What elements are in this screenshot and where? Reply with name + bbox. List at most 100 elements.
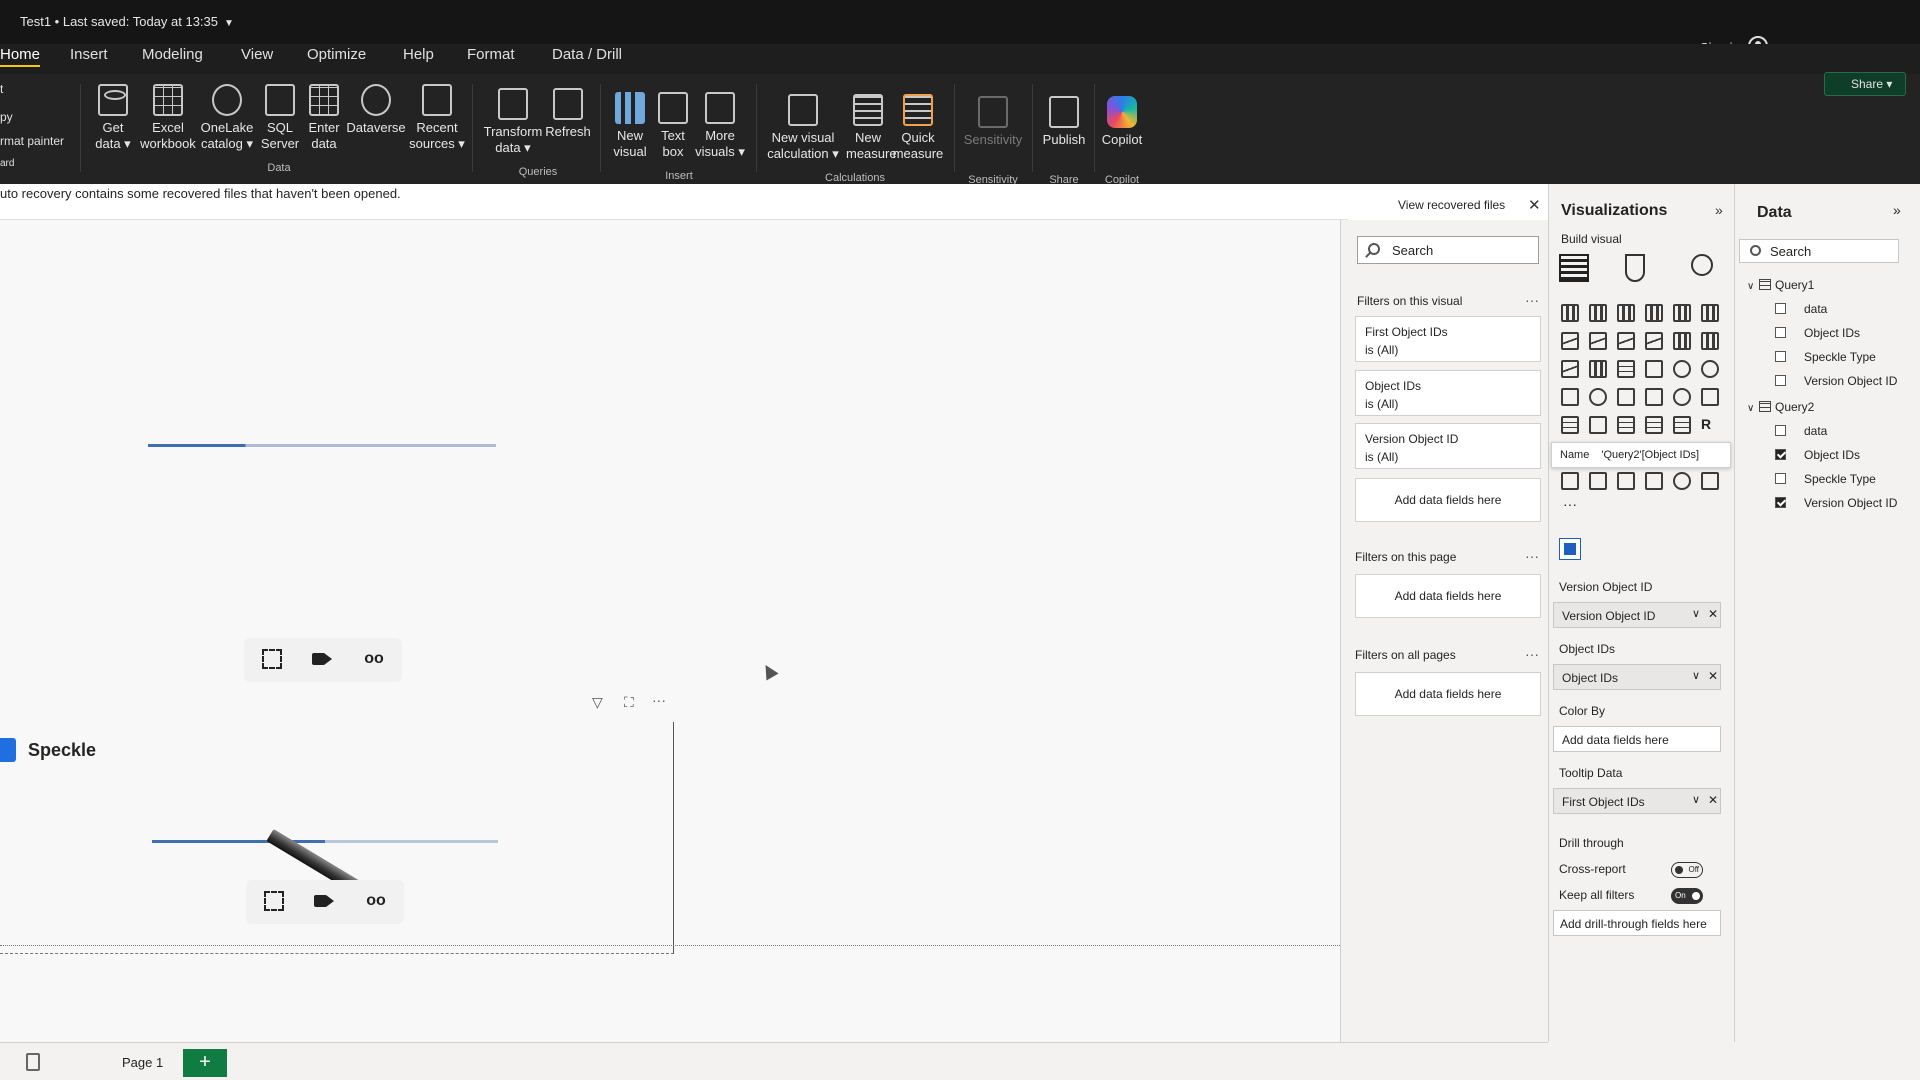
copy-button[interactable]: py [0, 110, 13, 124]
add-drill-through-fields[interactable]: Add drill-through fields here [1553, 910, 1721, 936]
keep-filters-toggle[interactable]: On [1671, 888, 1703, 904]
stacked-column-chart-icon[interactable] [1589, 304, 1607, 322]
window-title[interactable]: Test1 • Last saved: Today at 13:35 ▼ [20, 14, 234, 29]
qa-visual-icon[interactable] [1645, 472, 1663, 490]
checkbox[interactable] [1775, 351, 1786, 362]
line-column-chart-icon[interactable] [1673, 332, 1691, 350]
collapse-pane-icon[interactable]: » [1715, 202, 1723, 218]
waterfall-icon[interactable] [1589, 360, 1607, 378]
clipboard-item[interactable]: t [0, 82, 3, 96]
tab-help[interactable]: Help [403, 46, 434, 63]
tab-insert[interactable]: Insert [70, 46, 108, 63]
r-script-visual-icon[interactable]: R [1701, 416, 1719, 434]
tab-format[interactable]: Format [467, 46, 515, 63]
format-painter-button[interactable]: rmat painter [0, 134, 64, 148]
tab-modeling[interactable]: Modeling [142, 46, 203, 63]
speckle-visual[interactable]: Speckle oo [0, 722, 674, 954]
table-query1[interactable]: ∨ Query1 [1747, 278, 1814, 292]
analytics-icon[interactable] [1691, 254, 1713, 276]
more-options-icon[interactable]: ··· [652, 692, 666, 708]
multi-row-card-icon[interactable] [1561, 416, 1579, 434]
more-options-icon[interactable]: ··· [1525, 292, 1539, 308]
sensitivity-button[interactable]: Sensitivity [960, 96, 1026, 148]
card-icon[interactable] [1701, 388, 1719, 406]
fullscreen-icon[interactable] [264, 891, 284, 911]
new-measure-button[interactable]: New measure [846, 94, 897, 162]
power-automate-icon[interactable] [1701, 472, 1719, 490]
stacked-bar-chart-icon[interactable] [1561, 304, 1579, 322]
camera-icon[interactable] [314, 891, 334, 911]
decomposition-tree-icon[interactable] [1617, 472, 1635, 490]
tooltip-data-well[interactable]: First Object IDs ∨ ✕ [1553, 788, 1721, 814]
field-item[interactable]: Version Object ID [1775, 374, 1897, 388]
fullscreen-icon[interactable] [262, 649, 282, 669]
onelake-catalog-button[interactable]: OneLake catalog ▾ [198, 84, 256, 152]
speckle-visual-icon[interactable] [1559, 538, 1581, 560]
filled-map-icon[interactable] [1617, 388, 1635, 406]
more-visuals-ellipsis[interactable]: ··· [1563, 496, 1577, 512]
map-icon[interactable] [1589, 388, 1607, 406]
new-visual-button[interactable]: New visual [610, 92, 650, 160]
data-search-input[interactable]: Search [1739, 239, 1899, 263]
close-icon[interactable]: ✕ [1528, 196, 1541, 214]
field-item[interactable]: Version Object ID [1775, 496, 1897, 510]
field-item[interactable]: data [1775, 424, 1827, 438]
report-canvas[interactable]: oo ▽ ⛶ ··· Speckle oo [0, 220, 1340, 1042]
chevron-down-icon[interactable]: ∨ [1692, 669, 1700, 682]
donut-chart-icon[interactable] [1701, 360, 1719, 378]
ribbon-chart-icon[interactable] [1645, 332, 1663, 350]
checkbox-checked[interactable] [1775, 497, 1786, 508]
line-chart-icon[interactable] [1561, 332, 1579, 350]
slicer-icon[interactable] [1617, 416, 1635, 434]
remove-field-icon[interactable]: ✕ [1708, 669, 1718, 683]
copilot-button[interactable]: Copilot [1098, 96, 1146, 148]
treemap-icon[interactable] [1561, 388, 1579, 406]
remove-field-icon[interactable]: ✕ [1708, 607, 1718, 621]
tab-data-drill[interactable]: Data / Drill [552, 46, 622, 63]
add-visual-filter-fields[interactable]: Add data fields here [1355, 478, 1541, 522]
refresh-button[interactable]: Refresh [544, 88, 592, 140]
100-column-chart-icon[interactable] [1701, 304, 1719, 322]
gauge-icon[interactable] [1673, 388, 1691, 406]
checkbox-checked[interactable] [1775, 449, 1786, 460]
python-visual-icon[interactable] [1561, 472, 1579, 490]
chevron-down-icon[interactable]: ▼ [224, 18, 234, 29]
page-tab-page1[interactable]: Page 1 [122, 1055, 163, 1070]
clustered-column-chart-icon[interactable] [1645, 304, 1663, 322]
object-ids-well[interactable]: Object IDs ∨ ✕ [1553, 664, 1721, 690]
field-item[interactable]: Object IDs [1775, 448, 1860, 462]
filters-search-input[interactable]: Search [1357, 236, 1539, 264]
area-chart-icon[interactable] [1589, 332, 1607, 350]
enter-data-button[interactable]: Enter data [304, 84, 344, 152]
power-apps-icon[interactable] [1673, 472, 1691, 490]
ghost-mode-icon[interactable]: oo [366, 891, 386, 911]
get-data-button[interactable]: Get data ▾ [90, 84, 136, 152]
field-item[interactable]: Speckle Type [1775, 472, 1876, 486]
format-visual-icon[interactable] [1625, 254, 1645, 282]
more-options-icon[interactable]: ··· [1525, 548, 1539, 564]
scatter-chart-icon[interactable] [1645, 360, 1663, 378]
more-options-icon[interactable]: ··· [1525, 646, 1539, 662]
ribbon-icon[interactable] [1561, 360, 1579, 378]
table-query2[interactable]: ∨ Query2 [1747, 400, 1814, 414]
kpi-icon[interactable] [1589, 416, 1607, 434]
filter-card[interactable]: First Object IDs is (All) [1355, 316, 1541, 362]
dataverse-button[interactable]: Dataverse [344, 84, 408, 136]
chevron-down-icon[interactable]: ∨ [1747, 403, 1759, 414]
tab-optimize[interactable]: Optimize [307, 46, 366, 63]
tab-home[interactable]: Home [0, 46, 41, 67]
clustered-bar-chart-icon[interactable] [1617, 304, 1635, 322]
tab-view[interactable]: View [241, 46, 273, 63]
waterfall-chart-icon[interactable] [1701, 332, 1719, 350]
pie-chart-icon[interactable] [1673, 360, 1691, 378]
new-visual-calculation-button[interactable]: New visual calculation ▾ [764, 94, 842, 162]
chevron-down-icon[interactable]: ∨ [1747, 281, 1759, 292]
camera-icon[interactable] [312, 649, 332, 669]
chevron-down-icon[interactable]: ∨ [1692, 607, 1700, 620]
color-by-well[interactable]: Add data fields here [1553, 726, 1721, 752]
field-item[interactable]: Speckle Type [1775, 350, 1876, 364]
checkbox[interactable] [1775, 303, 1786, 314]
build-visual-icon[interactable] [1559, 254, 1589, 282]
share-button[interactable]: Share ▾ [1824, 72, 1906, 96]
excel-workbook-button[interactable]: Excel workbook [138, 84, 198, 152]
